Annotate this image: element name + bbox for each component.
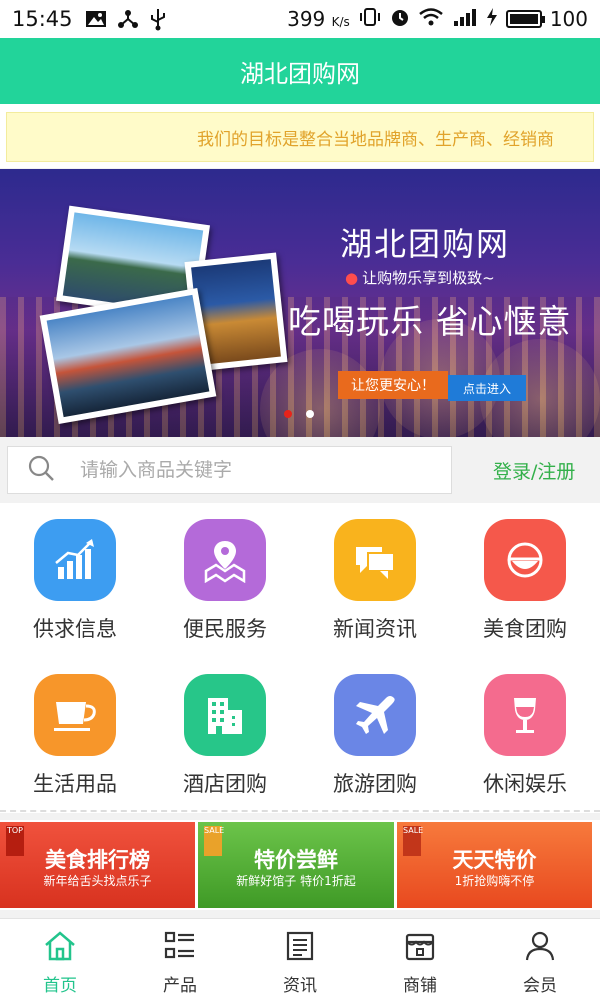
- battery-icon: [505, 10, 545, 28]
- promo-title: 天天特价: [452, 848, 537, 872]
- banner-enter-button[interactable]: 点击进入: [448, 375, 526, 401]
- category-travel[interactable]: 旅游团购: [300, 658, 450, 808]
- plane-icon: [334, 674, 416, 756]
- category-hotel[interactable]: 酒店团购: [150, 658, 300, 808]
- wine-icon: [484, 674, 566, 756]
- nav-label: 会员: [523, 976, 557, 996]
- battery-level: 100: [549, 7, 588, 31]
- nav-member[interactable]: 会员: [480, 919, 600, 1000]
- category-label: 新闻资讯: [333, 617, 417, 641]
- promo-daily-deals[interactable]: SALE 天天特价 1折抢购嗨不停: [397, 822, 592, 908]
- nav-products[interactable]: 产品: [120, 919, 240, 1000]
- nav-home[interactable]: 首页: [0, 919, 120, 1000]
- status-time: 15:45: [12, 7, 73, 31]
- bowl-icon: [484, 519, 566, 601]
- banner-tagline: 让您更安心！: [338, 371, 448, 399]
- promo-food-ranking[interactable]: TOP 美食排行榜 新年给舌头找点乐子: [0, 822, 195, 908]
- notice-text: 我们的目标是整合当地品牌商、生产商、经销商: [197, 129, 554, 150]
- search-input[interactable]: [80, 459, 440, 481]
- login-register-link[interactable]: 登录/注册: [493, 457, 575, 484]
- charging-icon: [486, 7, 498, 32]
- category-label: 生活用品: [33, 772, 117, 796]
- category-services[interactable]: 便民服务: [150, 503, 300, 653]
- nav-label: 首页: [43, 976, 77, 996]
- nav-label: 资讯: [283, 976, 317, 996]
- cup-icon: [34, 674, 116, 756]
- bottom-nav: 首页 产品 资讯 商铺 会员: [0, 918, 600, 1000]
- promo-subtitle: 新鲜好馆子 特价1折起: [236, 874, 356, 888]
- user-icon: [524, 931, 556, 965]
- category-supply-demand[interactable]: 供求信息: [0, 503, 150, 653]
- signal-icon: [452, 7, 478, 32]
- category-label: 便民服务: [183, 617, 267, 641]
- vibrate-icon: [358, 7, 382, 32]
- category-label: 美食团购: [483, 617, 567, 641]
- share-icon: [117, 9, 139, 29]
- status-bar: 15:45 399 K/s 100: [0, 0, 600, 38]
- promo-strip: TOP 美食排行榜 新年给舌头找点乐子 SALE 特价尝鲜 新鲜好馆子 特价1折…: [0, 820, 600, 910]
- category-leisure[interactable]: 休闲娱乐: [450, 658, 600, 808]
- nav-shops[interactable]: 商铺: [360, 919, 480, 1000]
- category-label: 供求信息: [33, 617, 117, 641]
- usb-icon: [149, 7, 167, 31]
- carousel-dot-1[interactable]: [284, 410, 292, 418]
- building-icon: [184, 674, 266, 756]
- nav-news[interactable]: 资讯: [240, 919, 360, 1000]
- promo-subtitle: 新年给舌头找点乐子: [43, 874, 152, 888]
- chat-icon: [334, 519, 416, 601]
- banner-title: 湖北团购网: [340, 225, 511, 263]
- promo-special-taste[interactable]: SALE 特价尝鲜 新鲜好馆子 特价1折起: [198, 822, 394, 908]
- category-label: 休闲娱乐: [483, 772, 567, 796]
- banner-slogan: 吃喝玩乐 省心惬意: [288, 302, 572, 341]
- grid-list-icon: [164, 931, 196, 965]
- carousel-dots: [284, 410, 314, 418]
- news-icon: [284, 931, 316, 965]
- category-news[interactable]: 新闻资讯: [300, 503, 450, 653]
- notice-section: 我们的目标是整合当地品牌商、生产商、经销商: [0, 104, 600, 168]
- banner-carousel[interactable]: 湖北团购网 ● 让购物乐享到极致~ 吃喝玩乐 省心惬意 让您更安心！ 点击进入: [0, 169, 600, 437]
- section-divider: [0, 810, 600, 812]
- search-row: 登录/注册: [0, 437, 600, 501]
- alarm-icon: [390, 7, 410, 32]
- notice-marquee[interactable]: 我们的目标是整合当地品牌商、生产商、经销商: [6, 112, 594, 162]
- category-label: 酒店团购: [183, 772, 267, 796]
- promo-title: 美食排行榜: [45, 848, 150, 872]
- wifi-icon: [418, 7, 444, 32]
- category-daily-goods[interactable]: 生活用品: [0, 658, 150, 808]
- search-icon: [26, 453, 66, 487]
- search-box[interactable]: [7, 446, 452, 494]
- shop-icon: [404, 931, 436, 965]
- promo-subtitle: 1折抢购嗨不停: [454, 874, 535, 888]
- location-pin-icon: ●: [345, 269, 359, 287]
- category-food[interactable]: 美食团购: [450, 503, 600, 653]
- app-header: 湖北团购网: [0, 38, 600, 104]
- home-icon: [44, 931, 76, 965]
- image-icon: [85, 10, 107, 28]
- net-speed: 399 K/s: [287, 7, 350, 31]
- promo-title: 特价尝鲜: [254, 848, 338, 872]
- nav-label: 产品: [163, 976, 197, 996]
- nav-label: 商铺: [403, 976, 437, 996]
- category-label: 旅游团购: [333, 772, 417, 796]
- banner-subtitle: ● 让购物乐享到极致~: [345, 269, 495, 287]
- page-title: 湖北团购网: [240, 59, 360, 88]
- map-pin-icon: [184, 519, 266, 601]
- carousel-dot-2[interactable]: [306, 410, 314, 418]
- category-grid: 供求信息 便民服务 新闻资讯 美食团购 生活用品 酒店团购 旅游团购 休闲娱乐: [0, 503, 600, 813]
- chart-icon: [34, 519, 116, 601]
